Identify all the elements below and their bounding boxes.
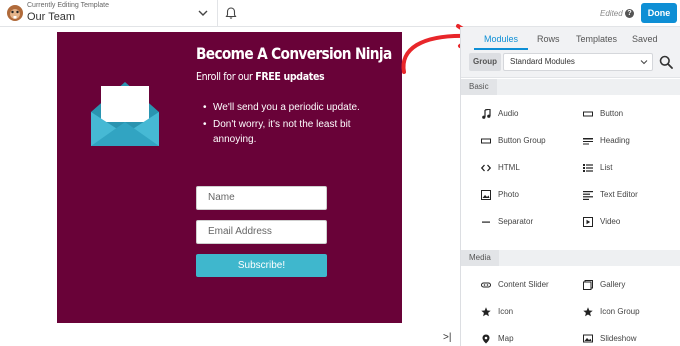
text-editor-icon [583, 191, 593, 200]
top-bar: Currently Editing Template Our Team Edit… [0, 0, 680, 27]
tab-saved[interactable]: Saved [632, 34, 658, 44]
editing-template-label: Currently Editing Template [27, 2, 109, 9]
module-label: Photo [498, 190, 519, 199]
card-subtitle-bold: FREE updates [255, 70, 325, 83]
panel-tabs: Modules Rows Templates Saved [461, 27, 680, 50]
code-icon [481, 164, 491, 172]
button-group-icon [481, 138, 491, 144]
chevron-down-icon[interactable] [196, 6, 210, 20]
chevron-down-icon [640, 60, 648, 65]
group-filter: Group Standard Modules [461, 51, 680, 75]
module-label: Video [600, 217, 621, 226]
card-subtitle-prefix: Enroll for our [196, 70, 256, 83]
module-label: Map [498, 334, 514, 343]
module-label: Icon Group [600, 307, 640, 316]
module-list: Basic Audio Button Button Group Heading … [461, 77, 680, 346]
card-subtitle: Enroll for our FREE updates [196, 70, 325, 83]
name-field[interactable]: Name [196, 186, 327, 210]
module-label: Content Slider [498, 280, 549, 289]
module-label: Gallery [600, 280, 626, 289]
gallery-icon [583, 280, 593, 290]
search-icon[interactable] [659, 55, 673, 69]
section-title: Media [461, 250, 499, 266]
content-slider-icon [481, 282, 491, 288]
module-label: Slideshow [600, 334, 637, 343]
star-icon [481, 307, 491, 317]
edited-status: Edited [600, 9, 623, 18]
module-label: Text Editor [600, 190, 638, 199]
tab-rows[interactable]: Rows [537, 34, 560, 44]
video-icon [583, 217, 593, 227]
tab-modules[interactable]: Modules [484, 34, 518, 44]
template-title[interactable]: Our Team [27, 11, 75, 23]
group-label: Group [469, 53, 501, 71]
active-tab-indicator [474, 48, 528, 50]
slideshow-icon [583, 334, 593, 343]
subscribe-button[interactable]: Subscribe! [196, 254, 327, 277]
collapse-panel-icon[interactable]: >| [443, 332, 451, 343]
card-title: Become A Conversion Ninja [196, 44, 392, 63]
music-note-icon [482, 109, 491, 119]
list-icon [583, 164, 593, 172]
bullet-list: We'll send you a periodic update. Don't … [201, 100, 391, 149]
tab-templates[interactable]: Templates [576, 34, 617, 44]
module-label: Button [600, 109, 624, 118]
module-label: HTML [498, 163, 520, 172]
email-field[interactable]: Email Address [196, 220, 327, 244]
optin-card[interactable]: Become A Conversion Ninja Enroll for our… [57, 32, 402, 323]
star-icon [583, 307, 593, 317]
topbar-divider [217, 0, 218, 27]
done-button[interactable]: Done [641, 3, 677, 23]
group-select[interactable]: Standard Modules [503, 53, 653, 71]
list-item: We'll send you a periodic update. [201, 100, 391, 115]
modules-panel: Modules Rows Templates Saved Group Stand… [460, 27, 680, 346]
module-label: List [600, 163, 613, 172]
section-title: Basic [461, 79, 497, 95]
module-label: Audio [498, 109, 519, 118]
beaver-logo-icon[interactable] [6, 4, 24, 22]
button-icon [583, 111, 593, 117]
list-item: Don't worry, it's not the least bit anno… [201, 117, 391, 147]
separator-icon [482, 221, 490, 223]
envelope-icon [91, 82, 159, 146]
section-header-media: Media [461, 250, 680, 266]
module-label: Heading [600, 136, 630, 145]
heading-icon [583, 138, 593, 145]
photo-icon [481, 190, 491, 200]
module-label: Button Group [498, 136, 546, 145]
help-icon[interactable]: ? [625, 9, 634, 18]
section-header-basic: Basic [461, 79, 680, 95]
module-label: Separator [498, 217, 534, 226]
group-select-value: Standard Modules [510, 57, 575, 66]
map-pin-icon [482, 334, 490, 344]
module-label: Icon [498, 307, 514, 316]
bell-icon[interactable] [224, 6, 238, 20]
